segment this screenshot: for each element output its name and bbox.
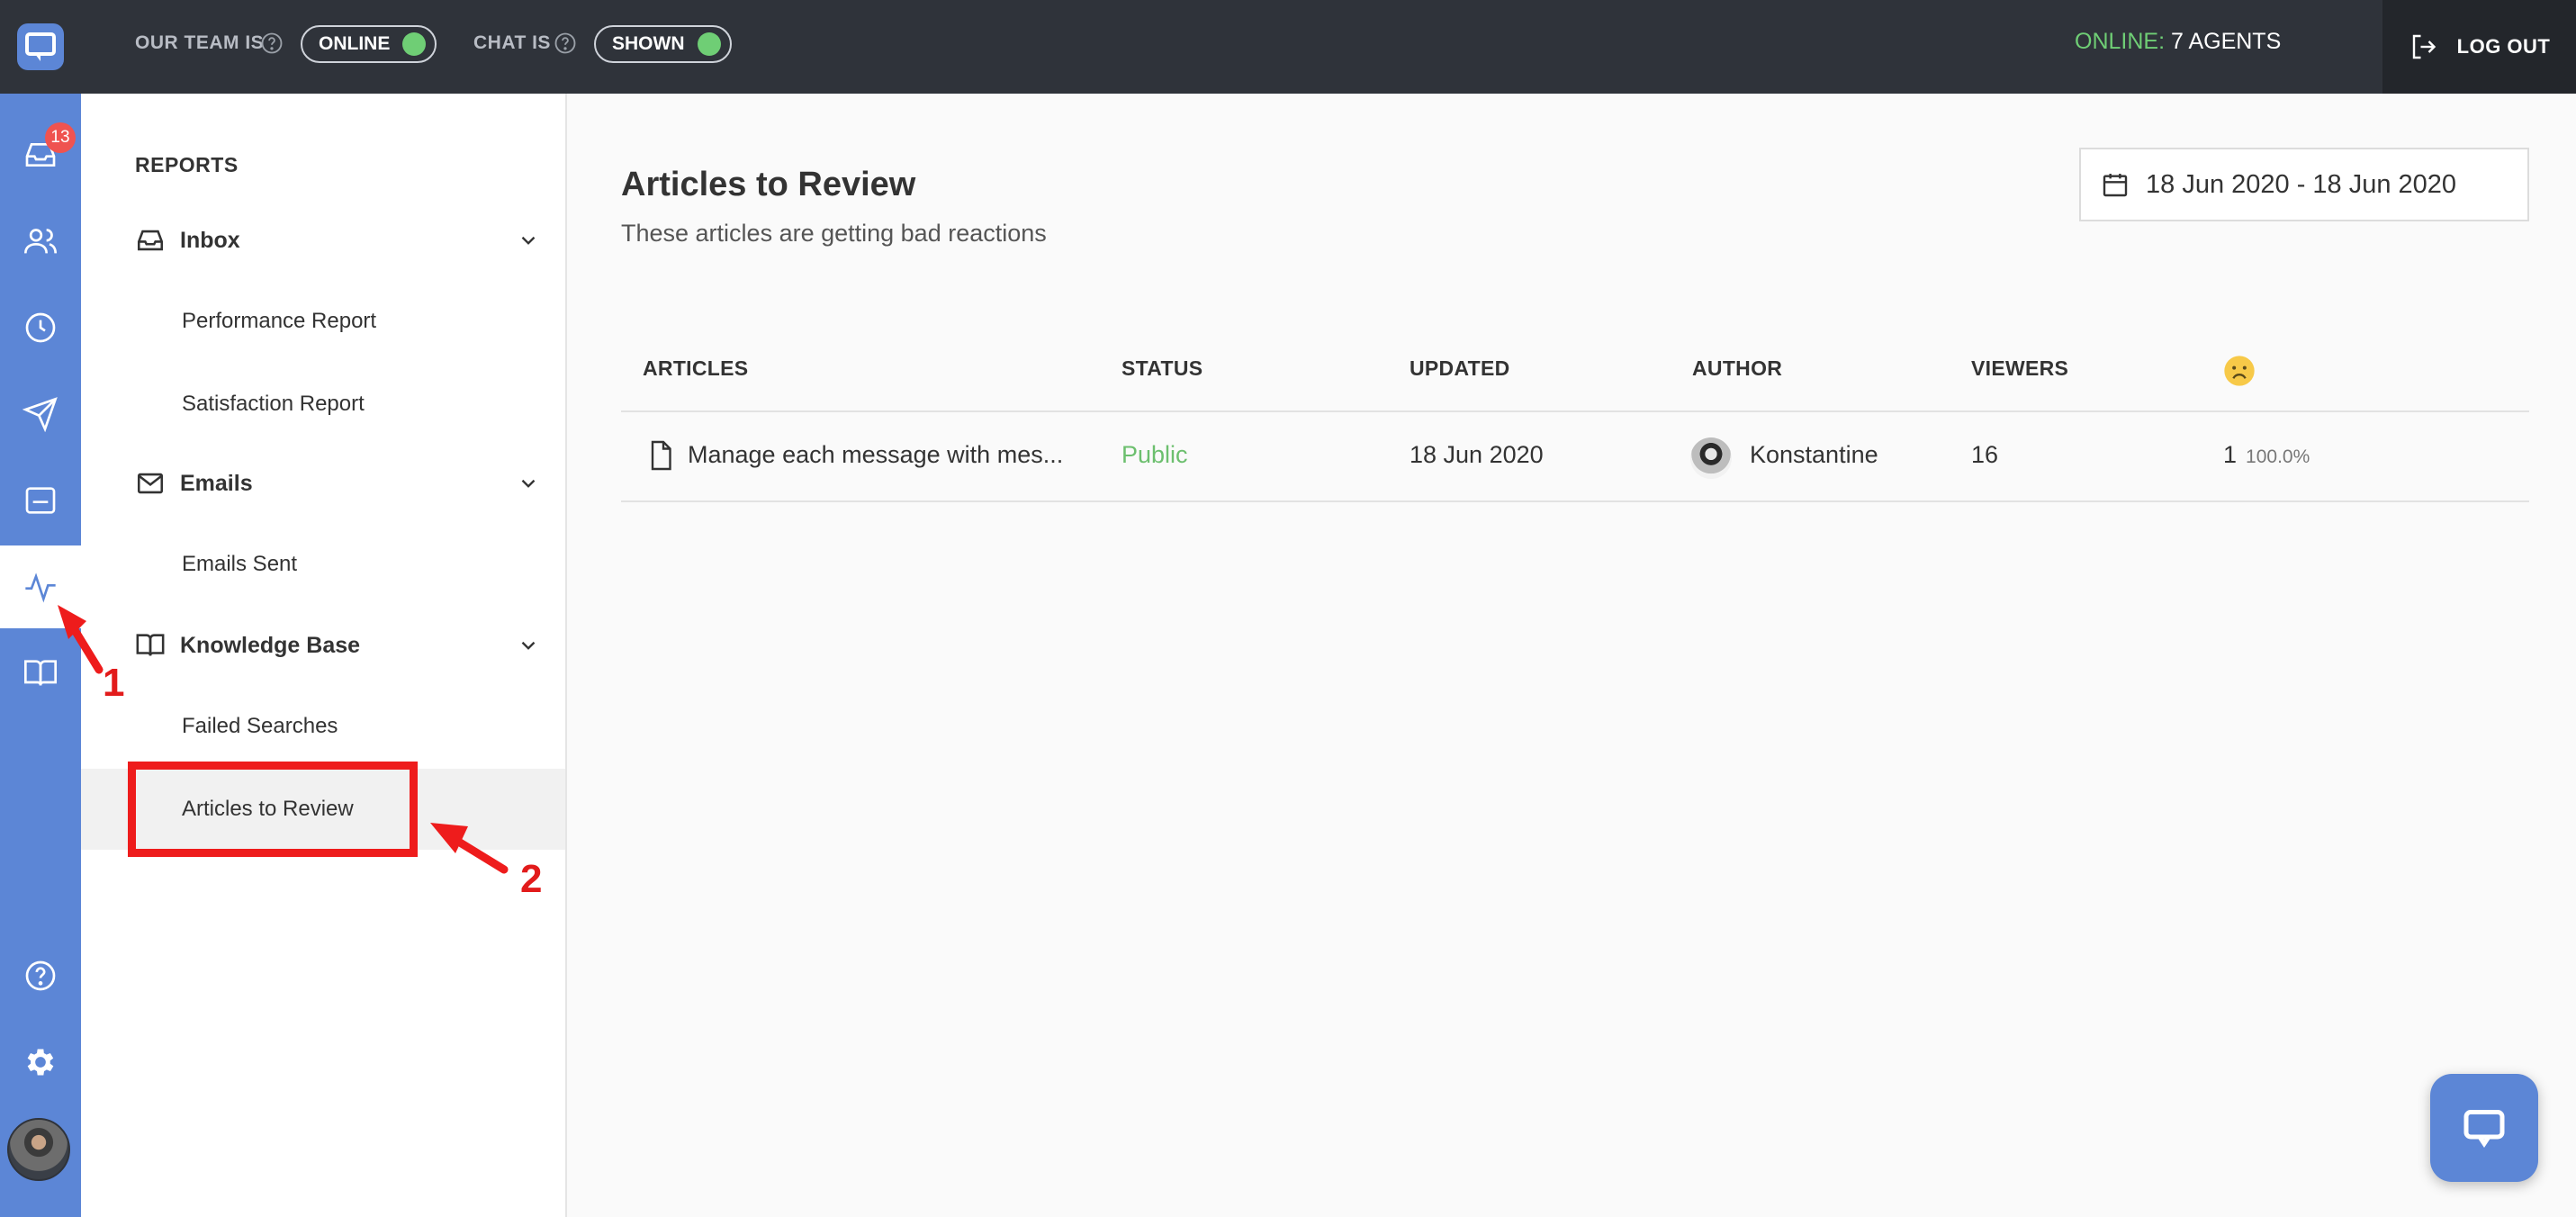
sidebar-group-label: Knowledge Base bbox=[180, 632, 361, 658]
rail-widgets[interactable] bbox=[0, 459, 81, 542]
chat-toggle-knob bbox=[697, 32, 721, 56]
chat-status-label: CHAT IS bbox=[473, 32, 551, 53]
rail-knowledge-base[interactable] bbox=[0, 632, 81, 715]
chat-help-icon[interactable] bbox=[553, 31, 578, 56]
mail-icon bbox=[137, 473, 164, 494]
column-status[interactable]: STATUS bbox=[1121, 356, 1202, 381]
column-viewers[interactable]: VIEWERS bbox=[1971, 356, 2068, 381]
rail-help[interactable] bbox=[0, 934, 81, 1017]
chevron-down-icon bbox=[521, 479, 536, 488]
logout-icon bbox=[2412, 34, 2436, 59]
book-icon bbox=[136, 634, 165, 656]
annotation-highlight-box bbox=[128, 762, 418, 857]
team-status-label: OUR TEAM IS bbox=[135, 32, 265, 53]
chevron-down-icon bbox=[521, 236, 536, 245]
team-online-toggle[interactable]: ONLINE bbox=[301, 25, 437, 63]
chat-launcher-button[interactable] bbox=[2430, 1074, 2538, 1182]
column-articles[interactable]: ARTICLES bbox=[643, 356, 748, 381]
online-agents-count: ONLINE: 7 AGENTS bbox=[2075, 29, 2281, 55]
help-icon bbox=[25, 960, 56, 991]
table-row[interactable]: Manage each message with mes... Public 1… bbox=[621, 412, 2529, 502]
online-label: ONLINE: bbox=[2075, 29, 2166, 54]
article-title[interactable]: Manage each message with mes... bbox=[688, 441, 1063, 469]
book-icon bbox=[24, 660, 57, 686]
sidebar-group-label: Inbox bbox=[180, 227, 240, 253]
logout-label: LOG OUT bbox=[2456, 35, 2551, 58]
article-updated: 18 Jun 2020 bbox=[1410, 441, 1544, 468]
table-header: ARTICLES STATUS UPDATED AUTHOR VIEWERS bbox=[621, 326, 2529, 412]
team-toggle-knob bbox=[402, 32, 427, 56]
sidebar-item-satisfaction-report[interactable]: Satisfaction Report bbox=[81, 364, 565, 445]
sad-face-icon[interactable] bbox=[2221, 353, 2257, 389]
document-icon bbox=[651, 440, 671, 471]
sidebar-group-emails[interactable]: Emails bbox=[135, 461, 540, 506]
logout-button[interactable]: LOG OUT bbox=[2382, 0, 2576, 94]
user-avatar[interactable] bbox=[7, 1118, 70, 1181]
main-content: Articles to Review These articles are ge… bbox=[569, 94, 2576, 1217]
inbox-icon bbox=[137, 230, 164, 251]
rail-reports[interactable] bbox=[0, 545, 81, 628]
gear-icon bbox=[27, 1049, 54, 1076]
article-author: Konstantine bbox=[1750, 441, 1878, 468]
sidebar-group-inbox[interactable]: Inbox bbox=[135, 218, 540, 263]
chat-logo-icon bbox=[17, 23, 64, 70]
rail-settings[interactable] bbox=[0, 1021, 81, 1104]
clock-icon bbox=[25, 312, 56, 343]
page-title: Articles to Review bbox=[621, 166, 916, 203]
sidebar-item-performance-report[interactable]: Performance Report bbox=[81, 281, 565, 362]
people-icon bbox=[24, 229, 57, 254]
sidebar-heading: REPORTS bbox=[135, 153, 239, 176]
sidebar-item-emails-sent[interactable]: Emails Sent bbox=[81, 524, 565, 605]
app-logo[interactable] bbox=[0, 0, 81, 94]
sidebar-item-failed-searches[interactable]: Failed Searches bbox=[81, 686, 565, 767]
rail-campaigns[interactable] bbox=[0, 373, 81, 455]
date-range-picker[interactable]: 18 Jun 2020 - 18 Jun 2020 bbox=[2079, 148, 2529, 221]
top-bar: OUR TEAM IS ONLINE CHAT IS SHOWN ONLINE:… bbox=[81, 0, 2576, 94]
chat-toggle-label: SHOWN bbox=[612, 33, 685, 54]
calendar-icon bbox=[2103, 174, 2128, 197]
chevron-down-icon bbox=[521, 641, 536, 650]
online-value: 7 AGENTS bbox=[2170, 29, 2282, 54]
annotation-step-1: 1 bbox=[103, 661, 125, 705]
reports-sidebar: REPORTS Inbox Performance Report Satisfa… bbox=[81, 94, 567, 1217]
chat-icon bbox=[2463, 1110, 2505, 1149]
reports-icon bbox=[25, 572, 56, 603]
sad-percent: 100.0% bbox=[2246, 446, 2310, 467]
sad-count: 1 bbox=[2223, 441, 2238, 468]
page-subtitle: These articles are getting bad reactions bbox=[621, 220, 1047, 247]
sad-reactions: 1 100.0% bbox=[2223, 441, 2310, 469]
inbox-badge: 13 bbox=[45, 122, 76, 153]
team-help-icon[interactable] bbox=[259, 31, 284, 56]
chat-shown-toggle[interactable]: SHOWN bbox=[594, 25, 732, 63]
date-range-value: 18 Jun 2020 - 18 Jun 2020 bbox=[2146, 169, 2457, 199]
column-author[interactable]: AUTHOR bbox=[1692, 356, 1782, 381]
rail-history[interactable] bbox=[0, 286, 81, 369]
article-status: Public bbox=[1121, 441, 1188, 468]
column-updated[interactable]: UPDATED bbox=[1410, 356, 1510, 381]
annotation-step-2: 2 bbox=[520, 857, 543, 901]
articles-table: ARTICLES STATUS UPDATED AUTHOR VIEWERS M… bbox=[621, 326, 2529, 502]
sidebar-group-label: Emails bbox=[180, 470, 253, 496]
sidebar-group-knowledge-base[interactable]: Knowledge Base bbox=[135, 623, 540, 668]
left-rail: 13 bbox=[0, 0, 81, 1217]
author-avatar bbox=[1690, 437, 1732, 479]
team-toggle-label: ONLINE bbox=[319, 33, 391, 54]
send-icon bbox=[23, 397, 58, 432]
rail-people[interactable] bbox=[0, 200, 81, 283]
article-viewers: 16 bbox=[1971, 441, 1999, 468]
card-icon bbox=[25, 487, 56, 514]
